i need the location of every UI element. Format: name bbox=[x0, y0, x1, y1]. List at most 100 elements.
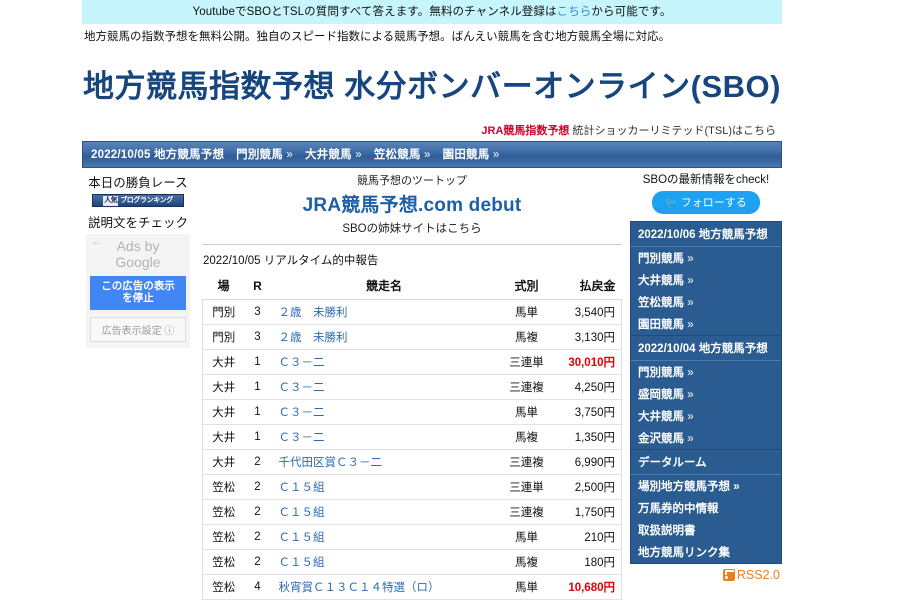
cell-place: 笠松 bbox=[202, 524, 245, 551]
donate-heading: SBOを寄付で支援する bbox=[630, 584, 782, 600]
sister-note: SBOの姉妹サイトはこちら bbox=[342, 223, 482, 236]
rss-icon bbox=[722, 569, 735, 582]
sidebar-panels: 2022/10/06 地方競馬予想 門別競馬 » 大井競馬 » 笠松競馬 » 園田競馬 … bbox=[630, 221, 782, 565]
sidebar-panel-item[interactable]: 園田競馬 » bbox=[631, 313, 781, 335]
hit-report-table: 場 R 競走名 式別 払戻金 門別 3 ２歳 未勝利 馬単 3,540円 門別 3 ２歳 未勝… bbox=[202, 273, 622, 600]
cell-bet-type: 馬単 bbox=[497, 299, 556, 326]
cell-place: 門別 bbox=[202, 299, 245, 326]
nav-item-monbetsu[interactable]: 門別競馬 » bbox=[236, 146, 293, 162]
table-row: 笠松 2 Ｃ１５組 馬単 210円 bbox=[202, 524, 622, 551]
nav-label: 園田競馬 bbox=[442, 149, 490, 162]
ad-settings-button[interactable]: 広告表示設定 ⓘ bbox=[90, 316, 186, 342]
sidebar-panel-item[interactable]: 地方競馬リンク集 bbox=[631, 541, 781, 563]
cell-race-name[interactable]: ２歳 未勝利 bbox=[270, 299, 498, 326]
sidebar-panel-item[interactable]: 大井競馬 » bbox=[631, 405, 781, 427]
sidebar-panel-item[interactable]: 大井競馬 » bbox=[631, 269, 781, 291]
sidebar-panel: 2022/10/04 地方競馬予想 門別競馬 » 盛岡競馬 » 大井競馬 » 金沢競馬 … bbox=[630, 336, 782, 451]
table-row: 大井 2 千代田区賞Ｃ３－二 三連複 6,990円 bbox=[202, 449, 622, 476]
follow-label: フォローする bbox=[680, 197, 747, 210]
sidebar-item-label: 盛岡競馬 bbox=[638, 389, 684, 402]
stop-ad-line1: この広告の表示 bbox=[101, 279, 175, 292]
jra-affiliate-line[interactable]: JRA競馬指数予想 統計ショッカーリミテッド(TSL)はこちら bbox=[82, 112, 782, 141]
rss-feed-link[interactable]: RSS2.0 bbox=[630, 564, 782, 584]
cell-race-name[interactable]: Ｃ３－二 bbox=[270, 349, 498, 376]
nav-label: 門別競馬 bbox=[236, 149, 283, 162]
table-row: 大井 1 Ｃ３－二 三連複 4,250円 bbox=[202, 374, 622, 401]
chevron-right-icon: » bbox=[286, 149, 293, 162]
right-sidebar: SBOの最新情報をcheck! 🐦 フォローする 2022/10/06 地方競馬予… bbox=[630, 168, 782, 600]
chevron-right-icon: » bbox=[687, 319, 694, 332]
cell-race-number: 2 bbox=[244, 549, 271, 576]
cell-payout: 3,130円 bbox=[555, 324, 622, 351]
rss-label: RSS2.0 bbox=[736, 568, 780, 583]
sidebar-panel-item[interactable]: 門別競馬 » bbox=[631, 361, 781, 383]
cell-race-name[interactable]: Ｃ３－二 bbox=[270, 399, 498, 426]
notice-link[interactable]: こちら bbox=[557, 6, 592, 18]
cell-place: 笠松 bbox=[202, 549, 245, 576]
page-root: YoutubeでSBOとTSLの質問すべて答えます。無料のチャンネル登録はこちら… bbox=[0, 0, 900, 600]
cell-race-number: 2 bbox=[244, 499, 271, 526]
cell-race-name[interactable]: Ｃ１５組 bbox=[270, 499, 498, 526]
chevron-right-icon: » bbox=[687, 433, 694, 446]
cell-race-name[interactable]: Ｃ１５組 bbox=[270, 524, 498, 551]
table-row: 大井 1 Ｃ３－二 馬複 1,350円 bbox=[202, 424, 622, 451]
back-arrow-icon[interactable]: ← bbox=[91, 237, 102, 248]
sidebar-panel-heading: 2022/10/04 地方競馬予想 bbox=[631, 336, 781, 362]
sidebar-panel: 2022/10/06 地方競馬予想 門別競馬 » 大井競馬 » 笠松競馬 » 園田競馬 … bbox=[630, 221, 782, 337]
sidebar-panel-item[interactable]: 金沢競馬 » bbox=[631, 427, 781, 449]
cell-race-number: 1 bbox=[244, 424, 271, 451]
table-row: 笠松 4 秋宵賞Ｃ１３Ｃ１４特選（ロ） 馬単 10,680円 bbox=[202, 574, 622, 600]
cell-payout: 10,680円 bbox=[555, 574, 622, 600]
table-row: 笠松 2 Ｃ１５組 馬複 180円 bbox=[202, 549, 622, 576]
cell-race-name[interactable]: ２歳 未勝利 bbox=[270, 324, 498, 351]
nav-item-sonoda[interactable]: 園田競馬 » bbox=[443, 146, 500, 162]
sbo-check-label: SBOの最新情報をcheck! bbox=[642, 174, 770, 187]
left-subheading: 説明文をチェック bbox=[87, 216, 188, 231]
cell-race-name[interactable]: 千代田区賞Ｃ３－二 bbox=[270, 449, 498, 476]
sister-tagline: 競馬予想のツートップ bbox=[357, 175, 467, 188]
chevron-right-icon: » bbox=[687, 275, 694, 288]
cell-race-name[interactable]: Ｃ１５組 bbox=[270, 474, 498, 501]
cell-payout: 6,990円 bbox=[555, 449, 622, 476]
blog-ranking-badge[interactable]: 人気 ブログランキング bbox=[92, 194, 184, 208]
cell-race-name[interactable]: Ｃ３－二 bbox=[270, 374, 498, 401]
youtube-notice-bar: YoutubeでSBOとTSLの質問すべて答えます。無料のチャンネル登録はこちら… bbox=[82, 0, 782, 25]
chevron-right-icon: » bbox=[355, 149, 362, 162]
cell-place: 笠松 bbox=[202, 474, 245, 501]
cell-bet-type: 馬複 bbox=[497, 424, 556, 451]
twitter-follow-button[interactable]: 🐦 フォローする bbox=[652, 191, 760, 215]
stop-ad-button[interactable]: この広告の表示 を停止 bbox=[90, 275, 186, 310]
cell-bet-type: 三連単 bbox=[497, 474, 556, 501]
cell-payout: 210円 bbox=[555, 524, 622, 551]
sidebar-panel-item[interactable]: 門別競馬 » bbox=[631, 247, 781, 269]
sidebar-item-label: 笠松競馬 bbox=[638, 297, 684, 310]
sidebar-panel-item[interactable]: 盛岡競馬 » bbox=[631, 383, 781, 405]
sidebar-panel-item[interactable]: 笠松競馬 » bbox=[631, 291, 781, 313]
cell-place: 大井 bbox=[202, 399, 245, 426]
cell-payout: 1,350円 bbox=[555, 424, 622, 451]
jra-link-text: 統計ショッカーリミテッド(TSL)はこちら bbox=[572, 125, 777, 138]
cell-bet-type: 三連複 bbox=[497, 499, 556, 526]
sidebar-panel-item[interactable]: 場別地方競馬予想 » bbox=[631, 475, 781, 497]
cell-race-name[interactable]: Ｃ３－二 bbox=[270, 424, 498, 451]
sidebar-item-label: 大井競馬 bbox=[638, 411, 684, 424]
cell-place: 大井 bbox=[202, 449, 245, 476]
table-body: 門別 3 ２歳 未勝利 馬単 3,540円 門別 3 ２歳 未勝利 馬複 3,130円 大井 1 Ｃ３－… bbox=[202, 299, 622, 600]
sidebar-panel-item[interactable]: 万馬券的中情報 bbox=[631, 497, 781, 519]
stop-ad-line2: を停止 bbox=[122, 292, 154, 305]
cell-bet-type: 馬単 bbox=[497, 524, 556, 551]
cell-bet-type: 馬単 bbox=[497, 399, 556, 426]
sister-site-link[interactable]: JRA競馬予想.com debut bbox=[202, 189, 622, 219]
realtime-report-title: 2022/10/05 リアルタイム的中報告 bbox=[203, 255, 379, 268]
sidebar-panel-item[interactable]: 取扱説明書 bbox=[631, 519, 781, 541]
nav-item-kasamatsu[interactable]: 笠松競馬 » bbox=[374, 146, 431, 162]
ads-by-google-line1: Ads by bbox=[116, 238, 160, 255]
nav-item-ooi[interactable]: 大井競馬 » bbox=[305, 146, 362, 162]
sidebar-item-label: 門別競馬 bbox=[638, 253, 684, 266]
chevron-right-icon: » bbox=[687, 389, 694, 402]
table-row: 笠松 2 Ｃ１５組 三連単 2,500円 bbox=[202, 474, 622, 501]
cell-race-name[interactable]: Ｃ１５組 bbox=[270, 549, 498, 576]
cell-race-name[interactable]: 秋宵賞Ｃ１３Ｃ１４特選（ロ） bbox=[270, 574, 498, 600]
cell-race-number: 1 bbox=[244, 374, 271, 401]
cell-bet-type: 馬複 bbox=[497, 324, 556, 351]
